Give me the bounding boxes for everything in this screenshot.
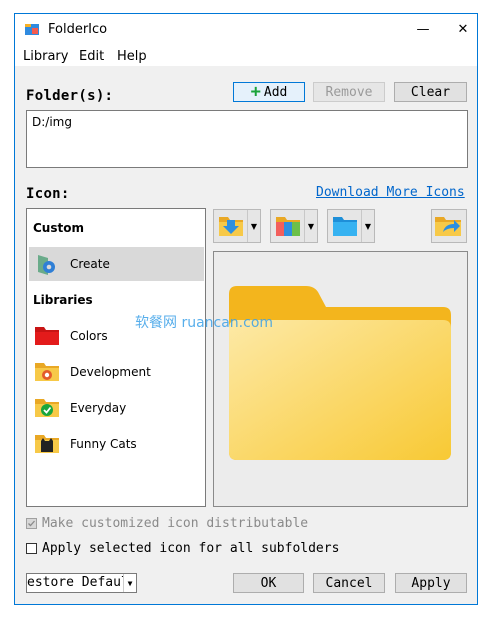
icon-preview-panel: [213, 251, 468, 507]
chevron-down-icon[interactable]: ▼: [361, 210, 374, 242]
development-folder-icon: [35, 363, 59, 381]
folderico-app-icon: [25, 24, 39, 35]
checkmark-folder-icon: [35, 399, 59, 417]
distributable-label: Make customized icon distributable: [42, 516, 309, 531]
icon-style-button-2[interactable]: ▼: [270, 209, 318, 243]
close-button[interactable]: ✕: [448, 17, 478, 41]
icon-style-button-3[interactable]: ▼: [327, 209, 375, 243]
ok-button[interactable]: OK: [233, 573, 304, 593]
remove-button-label: Remove: [325, 84, 373, 100]
apply-button-label: Apply: [411, 575, 451, 591]
folder-paths-field[interactable]: D:/img: [26, 110, 468, 168]
folders-label: Folder(s):: [26, 88, 114, 104]
icon-label: Icon:: [26, 186, 70, 202]
subfolders-checkbox-row[interactable]: Apply selected icon for all subfolders: [26, 541, 339, 556]
icon-library-list[interactable]: Custom Create Libraries Colors Developme…: [26, 208, 206, 507]
minimize-icon: —: [416, 21, 430, 37]
icon-style-button-1[interactable]: ▼: [213, 209, 261, 243]
distributable-checkbox-row[interactable]: Make customized icon distributable: [26, 516, 308, 531]
restore-default-dropdown[interactable]: estore Defaul ▼: [26, 573, 137, 593]
watermark-text: 软餐网 ruancan.com: [135, 315, 274, 331]
chevron-down-icon[interactable]: ▼: [247, 210, 260, 242]
clear-button-label: Clear: [410, 84, 451, 100]
cancel-button[interactable]: Cancel: [313, 573, 385, 593]
list-item-development[interactable]: Development: [29, 355, 204, 389]
clear-button[interactable]: Clear: [394, 82, 467, 102]
checkmark-icon: [28, 520, 35, 527]
restore-default-value: estore Defaul: [27, 575, 129, 590]
folder-preview-icon: [229, 286, 451, 460]
blue-folder-icon: [333, 217, 357, 236]
list-item-label: Create: [70, 257, 110, 271]
cat-folder-icon: [35, 435, 59, 453]
blue-arrow-folder-icon: [219, 217, 243, 236]
menu-help[interactable]: Help: [117, 49, 147, 64]
subfolders-checkbox[interactable]: [26, 543, 37, 554]
menu-bar: Library Edit Help: [15, 44, 477, 66]
list-item-everyday[interactable]: Everyday: [29, 391, 204, 425]
cancel-button-label: Cancel: [325, 575, 373, 591]
title-bar[interactable]: FolderIco — ✕: [15, 14, 477, 44]
list-item-label: Funny Cats: [70, 437, 137, 451]
app-window: FolderIco — ✕ Library Edit Help Folder(s…: [14, 13, 478, 605]
menu-library[interactable]: Library: [23, 49, 68, 64]
list-item-label: Everyday: [70, 401, 127, 415]
custom-group-title: Custom: [33, 221, 84, 235]
colorful-folder-icon: [276, 217, 300, 236]
list-item-label: Development: [70, 365, 151, 379]
add-button-label: Add: [263, 84, 288, 100]
share-arrow-folder-icon: [435, 217, 461, 236]
plus-icon: +: [250, 81, 261, 102]
add-button[interactable]: + Add: [233, 82, 305, 102]
gear-folder-icon: [38, 255, 55, 275]
minimize-button[interactable]: —: [408, 17, 438, 41]
subfolders-label: Apply selected icon for all subfolders: [42, 541, 340, 556]
chevron-down-icon[interactable]: ▼: [304, 210, 317, 242]
folder-path-value: D:/img: [32, 115, 72, 129]
red-folder-icon: [35, 327, 59, 345]
libraries-group-title: Libraries: [33, 293, 93, 307]
list-item-label: Colors: [70, 329, 108, 343]
download-more-icons-link[interactable]: Download More Icons: [316, 185, 465, 200]
share-folder-button[interactable]: [431, 209, 467, 243]
window-title: FolderIco: [48, 22, 108, 37]
apply-button[interactable]: Apply: [395, 573, 467, 593]
list-item-funny-cats[interactable]: Funny Cats: [29, 427, 204, 461]
chevron-down-icon[interactable]: ▼: [123, 574, 136, 592]
list-item-create[interactable]: Create: [29, 247, 204, 281]
remove-button[interactable]: Remove: [313, 82, 385, 102]
close-icon: ✕: [457, 21, 469, 37]
menu-edit[interactable]: Edit: [79, 49, 104, 64]
ok-button-label: OK: [260, 575, 277, 591]
distributable-checkbox[interactable]: [26, 518, 37, 529]
